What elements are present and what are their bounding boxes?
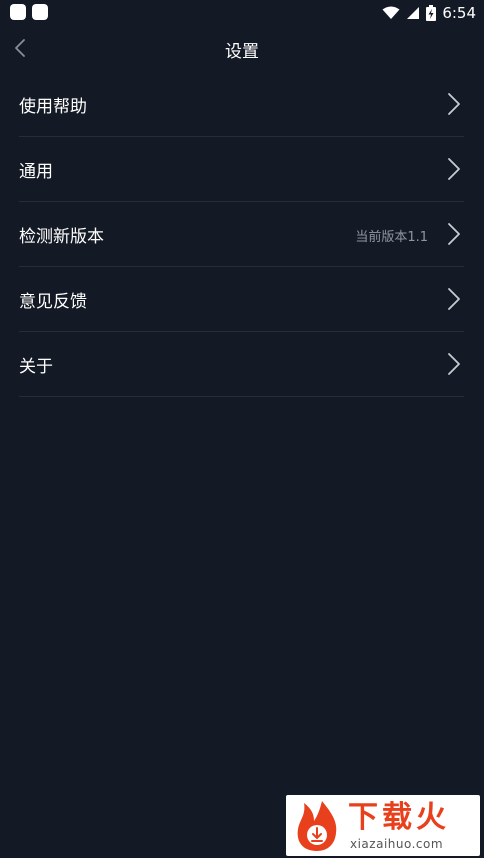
chevron-right-icon: [448, 353, 460, 375]
chevron-right-icon: [448, 288, 460, 310]
header: 设置: [0, 26, 484, 70]
watermark-url: xiazaihuo.com: [350, 837, 444, 851]
page-title: 设置: [225, 42, 259, 62]
settings-item-help[interactable]: 使用帮助: [19, 72, 464, 137]
watermark-logo: 下载火 xiazaihuo.com: [286, 795, 480, 856]
settings-item-label: 意见反馈: [19, 292, 87, 312]
app-notification-icon: [10, 4, 26, 20]
current-version-text: 当前版本1.1: [355, 230, 428, 245]
settings-item-about[interactable]: 关于: [19, 332, 464, 397]
flame-logo-icon: [297, 801, 337, 851]
status-indicators: 6:54: [382, 3, 476, 23]
settings-item-label: 检测新版本: [19, 227, 104, 247]
status-time: 6:54: [442, 4, 476, 22]
settings-item-label: 关于: [19, 357, 53, 377]
watermark-title: 下载火: [348, 800, 450, 835]
settings-item-label: 使用帮助: [19, 97, 87, 117]
app-notification-icon: [32, 4, 48, 20]
chevron-right-icon: [448, 93, 460, 115]
status-notifications: [10, 4, 48, 20]
settings-item-general[interactable]: 通用: [19, 137, 464, 202]
settings-item-feedback[interactable]: 意见反馈: [19, 267, 464, 332]
wifi-icon: [382, 6, 400, 19]
chevron-right-icon: [448, 158, 460, 180]
chevron-right-icon: [448, 223, 460, 245]
settings-list: 使用帮助 通用 检测新版本 当前版本1.1 意见反馈 关于: [19, 72, 464, 397]
settings-item-label: 通用: [19, 162, 53, 182]
cell-signal-icon: [407, 7, 420, 19]
battery-charging-icon: [426, 5, 437, 21]
status-bar: 6:54: [0, 0, 484, 26]
settings-item-check-update[interactable]: 检测新版本 当前版本1.1: [19, 202, 464, 267]
